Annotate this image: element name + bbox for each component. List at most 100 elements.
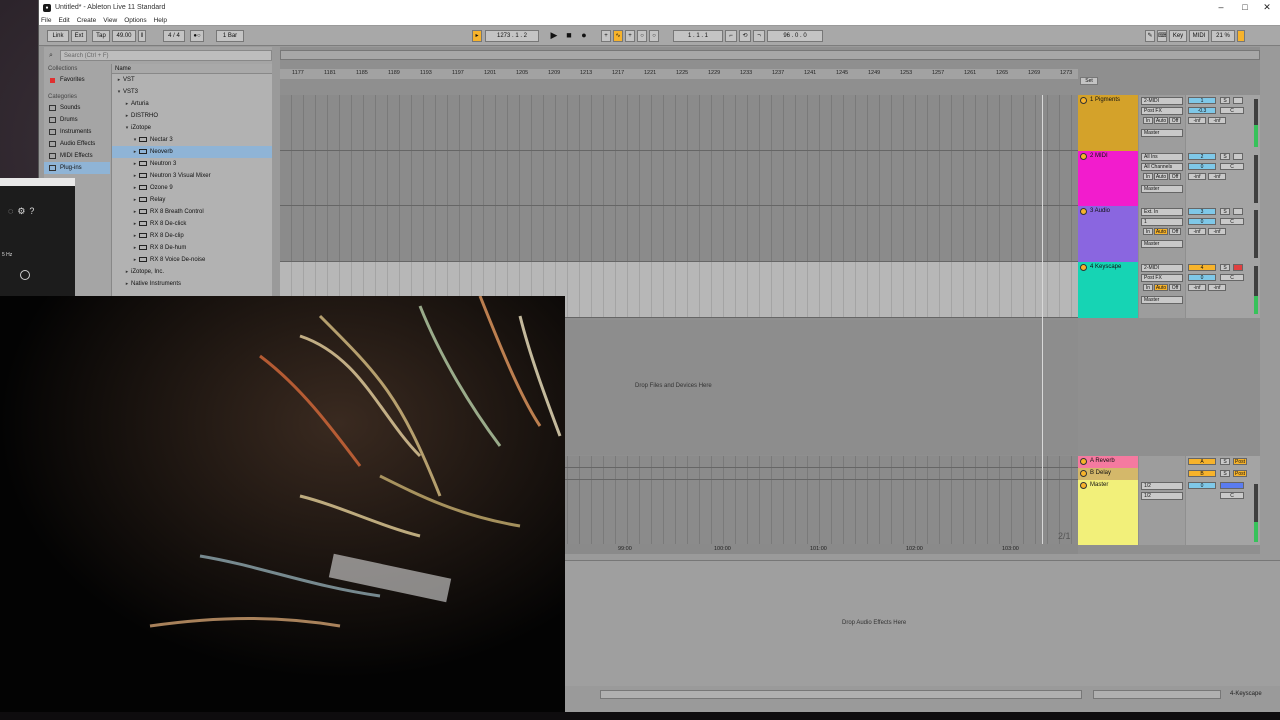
horizontal-scrollbar[interactable] [600,690,1082,699]
disclosure-icon[interactable]: ▾ [115,86,123,98]
category-instruments[interactable]: Instruments [44,126,110,138]
return-name-box[interactable]: B Delay [1078,468,1138,480]
return-solo-button[interactable]: S [1220,458,1230,465]
input-type-select[interactable]: All Ins [1141,153,1183,161]
menu-help[interactable]: Help [154,17,167,24]
monitor-off-button[interactable]: Off [1169,173,1181,180]
follow-icon[interactable]: ▸ [472,30,482,42]
input-channel-select[interactable]: All Channels [1141,163,1183,171]
time-signature-field[interactable]: 4 / 4 [163,30,185,42]
monitor-auto-button[interactable]: Auto [1154,228,1168,235]
send-b-field[interactable]: -inf [1208,228,1226,235]
track-header[interactable]: 3 Audio Ext. In 1 In Auto Off Master 3 S 0 C -inf -i… [1078,206,1260,262]
category-sounds[interactable]: Sounds [44,102,110,114]
disclosure-icon[interactable]: ▸ [131,218,139,230]
send-a-field[interactable]: -inf [1188,228,1206,235]
disclosure-icon[interactable]: ▾ [131,134,139,146]
master-fold-icon[interactable] [1080,482,1087,489]
tree-item[interactable]: ▾ iZotope [112,122,272,134]
arrangement-overview[interactable] [280,50,1260,60]
return-post-button[interactable]: Post [1233,470,1247,477]
tree-item[interactable]: ▸ Ozone 9 [112,182,272,194]
input-channel-select[interactable]: Post FX [1141,107,1183,115]
tree-item[interactable]: ▾ VST3 [112,86,272,98]
monitor-off-button[interactable]: Off [1169,284,1181,291]
track-activator-button[interactable]: 1 [1188,97,1216,104]
tempo-field[interactable]: 49.00 [112,30,136,42]
tree-item[interactable]: ▸ RX 8 Breath Control [112,206,272,218]
solo-button[interactable]: S [1220,264,1230,271]
input-type-select[interactable]: Ext. In [1141,208,1183,216]
loop-length-field[interactable]: 96 . 0 . 0 [767,30,823,42]
favorites-item[interactable]: Favorites [44,74,110,86]
nudge-icon[interactable]: ‖ [138,30,146,42]
minimize-icon[interactable]: – [1210,0,1232,15]
pan-field[interactable]: C [1220,218,1244,225]
lane-2-midi[interactable] [280,151,1078,206]
stop-icon[interactable]: ■ [563,30,575,42]
tree-item[interactable]: ▸ DISTRHO [112,110,272,122]
capture-midi-icon[interactable]: ○ [637,30,647,42]
disclosure-icon[interactable]: ▸ [123,98,131,110]
pan-field[interactable]: C [1220,163,1244,170]
solo-button[interactable]: S [1220,97,1230,104]
pan-field[interactable]: C [1220,274,1244,281]
master-volume-field[interactable]: 0 [1188,482,1216,489]
track-name-box[interactable]: 3 Audio [1078,206,1138,262]
menu-edit[interactable]: Edit [58,17,69,24]
output-select[interactable]: Master [1141,240,1183,248]
send-b-field[interactable]: -inf [1208,117,1226,124]
menu-view[interactable]: View [103,17,117,24]
category-drums[interactable]: Drums [44,114,110,126]
disclosure-icon[interactable]: ▾ [123,122,131,134]
category-audio-effects[interactable]: Audio Effects [44,138,110,150]
lane-3-audio[interactable] [280,206,1078,262]
monitor-in-button[interactable]: In [1143,173,1153,180]
output-select[interactable]: Master [1141,129,1183,137]
plugin-toolbar-icons[interactable]: ◌⚙? [8,206,38,217]
arm-button[interactable] [1233,264,1243,271]
output-select[interactable]: Master [1141,296,1183,304]
monitor-in-button[interactable]: In [1143,284,1153,291]
disclosure-icon[interactable]: ▸ [123,266,131,278]
solo-button[interactable]: S [1220,153,1230,160]
automation-arm-icon[interactable]: ∿ [613,30,623,42]
tree-item[interactable]: ▸ Neutron 3 [112,158,272,170]
re-enable-automation-icon[interactable]: + [625,30,635,42]
track-name-box[interactable]: 4 Keyscape [1078,262,1138,318]
arm-button[interactable] [1233,153,1243,160]
track-fold-icon[interactable] [1080,264,1087,271]
input-channel-select[interactable]: 1 [1141,218,1183,226]
tree-item[interactable]: ▾ Nectar 3 [112,134,272,146]
disclosure-icon[interactable]: ▸ [123,278,131,290]
lane-1-pigments[interactable] [280,95,1078,151]
tree-item[interactable]: ▸ RX 8 De-clip [112,230,272,242]
tree-item[interactable]: ▸ Native Instruments [112,278,272,290]
send-a-field[interactable]: -inf [1188,284,1206,291]
arrangement-position-field[interactable]: 1273 . 1 . 2 [485,30,539,42]
disclosure-icon[interactable]: ▸ [131,158,139,170]
disclosure-icon[interactable]: ▸ [131,242,139,254]
return-activator-button[interactable]: A [1188,458,1216,465]
session-record-icon[interactable]: ○ [649,30,659,42]
pan-field[interactable]: C [1220,107,1244,114]
set-button[interactable]: Set [1080,77,1098,85]
name-column-header[interactable]: Name [112,64,272,74]
menu-create[interactable]: Create [77,17,97,24]
tap-tempo-button[interactable]: Tap [92,30,110,42]
master-cue-select[interactable]: 1/2 [1141,482,1183,490]
draw-mode-icon[interactable]: ✎ [1145,30,1155,42]
category-plug-ins[interactable]: Plug-ins [44,162,110,174]
menu-options[interactable]: Options [124,17,146,24]
midi-map-button[interactable]: MIDI [1189,30,1209,42]
track-fold-icon[interactable] [1080,208,1087,215]
quantize-menu[interactable]: 1 Bar [216,30,244,42]
master-pan-field[interactable]: C [1220,492,1244,499]
return-fold-icon[interactable] [1080,470,1087,477]
send-b-field[interactable]: -inf [1208,284,1226,291]
output-select[interactable]: Master [1141,185,1183,193]
plugin-knob[interactable] [20,270,30,280]
computer-keyboard-icon[interactable]: ⌨ [1157,30,1167,42]
master-track-header[interactable]: Master 1/2 1/2 0 C [1078,480,1260,545]
disclosure-icon[interactable]: ▸ [131,170,139,182]
